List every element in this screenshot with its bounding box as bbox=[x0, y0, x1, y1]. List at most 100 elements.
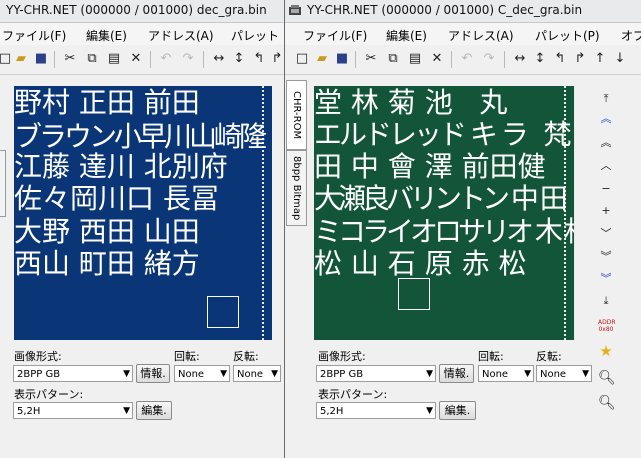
info-button[interactable]: 情報. bbox=[136, 364, 170, 383]
undo-icon[interactable]: ↶ bbox=[157, 50, 175, 68]
chevron-down-icon: ▼ bbox=[123, 369, 130, 379]
rotate-select[interactable]: None ▼ bbox=[478, 365, 534, 382]
canvas-row: ミコライオロサリオ 木 村 bbox=[314, 215, 574, 248]
rotate-left-icon[interactable]: ↰ bbox=[250, 50, 268, 68]
menu-address[interactable]: アドレス(A) bbox=[148, 27, 214, 44]
flip-vertical-icon[interactable]: ↕ bbox=[230, 50, 248, 68]
new-file-icon[interactable]: □ bbox=[293, 50, 311, 68]
menu-palette[interactable]: パレット(P) bbox=[535, 27, 600, 44]
arrow-up-icon[interactable]: ↑ bbox=[591, 50, 609, 68]
minus-icon[interactable]: − bbox=[598, 182, 614, 196]
selection-cursor[interactable] bbox=[398, 278, 430, 310]
addr-value: 0x80 bbox=[598, 326, 614, 333]
canvas-row: 江藤 達川 北別府 bbox=[14, 150, 228, 183]
star-icon[interactable]: ★ bbox=[598, 344, 614, 359]
flip-select[interactable]: None ▼ bbox=[233, 365, 281, 382]
double-up-icon[interactable]: ︽ bbox=[598, 136, 614, 150]
double-down-icon[interactable]: ︾ bbox=[598, 250, 614, 264]
flip-label: 反転: bbox=[536, 350, 562, 363]
canvas-row: 田 中 會 澤 前田健 bbox=[314, 150, 546, 183]
pattern-select[interactable]: 5,2H ▼ bbox=[13, 402, 133, 419]
open-folder-icon[interactable]: ▰ bbox=[12, 50, 30, 68]
format-label: 画像形式: bbox=[318, 350, 366, 363]
rotate-value: None bbox=[178, 369, 205, 380]
info-button[interactable]: 情報. bbox=[439, 364, 474, 383]
copy-icon[interactable]: ⧉ bbox=[384, 50, 402, 68]
chevron-down-icon: ▼ bbox=[123, 406, 130, 416]
edit-button[interactable]: 編集. bbox=[136, 401, 172, 420]
open-folder-icon[interactable]: ▰ bbox=[313, 50, 331, 68]
zoom-in-icon[interactable]: 🔍︎ bbox=[598, 371, 616, 385]
format-select[interactable]: 2BPP GB ▼ bbox=[316, 365, 436, 382]
rotate-right-icon[interactable]: ↱ bbox=[571, 50, 589, 68]
menu-options[interactable]: オプ bbox=[621, 27, 641, 44]
tile-border-pattern bbox=[564, 86, 574, 340]
chevron-down-icon: ▼ bbox=[582, 369, 589, 379]
tab-8bpp-bitmap[interactable]: 8bpp Bitmap bbox=[286, 150, 307, 226]
down-icon[interactable]: ﹀ bbox=[598, 227, 614, 241]
delete-icon[interactable]: ✕ bbox=[428, 50, 446, 68]
save-icon[interactable]: ■ bbox=[32, 50, 50, 68]
copy-icon[interactable]: ⧉ bbox=[83, 50, 101, 68]
flip-value: None bbox=[237, 369, 264, 380]
addr-label: ADDR bbox=[598, 319, 616, 326]
canvas-row: 西山 町田 緒方 bbox=[14, 247, 200, 280]
tab-chr-rom[interactable]: CHR-ROM bbox=[286, 80, 307, 150]
menu-bar: ファイル(F) 編集(E) アドレス(A) パレット bbox=[0, 23, 284, 45]
flip-horizontal-icon[interactable]: ↔ bbox=[210, 50, 228, 68]
undo-icon[interactable]: ↶ bbox=[458, 50, 476, 68]
title-bar[interactable]: YY-CHR.NET (000000 / 001000) dec_gra.bin bbox=[0, 0, 284, 23]
menu-edit[interactable]: 編集(E) bbox=[386, 27, 427, 44]
delete-icon[interactable]: ✕ bbox=[127, 50, 145, 68]
cut-icon[interactable]: ✂ bbox=[61, 50, 79, 68]
redo-icon[interactable]: ↷ bbox=[179, 50, 197, 68]
cut-icon[interactable]: ✂ bbox=[362, 50, 380, 68]
pattern-select[interactable]: 5,2H ▼ bbox=[316, 402, 436, 419]
scroll-bottom-icon[interactable]: ⤓ bbox=[598, 294, 614, 308]
up-icon[interactable]: ︿ bbox=[598, 159, 614, 173]
canvas-row: 佐々岡川口 長冨 bbox=[14, 182, 219, 215]
menu-file[interactable]: ファイル(F) bbox=[2, 27, 66, 44]
rotate-select[interactable]: None ▼ bbox=[174, 365, 230, 382]
menu-file[interactable]: ファイル(F) bbox=[303, 27, 367, 44]
scroll-top-icon[interactable]: ⤒ bbox=[598, 92, 614, 106]
canvas-row: 大野 西田 山田 bbox=[14, 215, 200, 248]
chevron-down-icon: ▼ bbox=[220, 369, 227, 379]
canvas-row: ブラウン小早川山崎隆 bbox=[14, 120, 267, 153]
flip-horizontal-icon[interactable]: ↔ bbox=[511, 50, 529, 68]
menu-palette[interactable]: パレット bbox=[231, 27, 279, 44]
format-select[interactable]: 2BPP GB ▼ bbox=[13, 365, 133, 382]
flip-label: 反転: bbox=[233, 350, 259, 363]
canvas-row: 堂 林 菊 池 丸 bbox=[314, 86, 508, 119]
chr-canvas[interactable]: 堂 林 菊 池 丸 エルドレッド キ ラ 梵 田 中 會 澤 前田健 大瀬良バリ… bbox=[314, 86, 574, 340]
page-up-icon[interactable]: ︽ bbox=[598, 112, 614, 126]
tab-8bpp-bitmap-label: 8bpp Bitmap bbox=[291, 155, 302, 221]
arrow-down-icon[interactable]: ↓ bbox=[611, 50, 629, 68]
paste-icon[interactable]: ▤ bbox=[105, 50, 123, 68]
edit-button[interactable]: 編集. bbox=[439, 401, 476, 420]
paste-icon[interactable]: ▤ bbox=[406, 50, 424, 68]
menu-address[interactable]: アドレス(A) bbox=[448, 27, 514, 44]
tab-chr-rom-label: CHR-ROM bbox=[291, 90, 302, 140]
toolbar: □ ▰ ■ ✂ ⧉ ▤ ✕ ↶ ↷ ↔ ↕ ↰ ↱ ↑ ↓ bbox=[285, 46, 641, 75]
flip-vertical-icon[interactable]: ↕ bbox=[531, 50, 549, 68]
title-bar[interactable]: YY-CHR.NET (000000 / 001000) C_dec_gra.b… bbox=[285, 0, 641, 23]
rotate-right-icon[interactable]: ↱ bbox=[268, 50, 284, 68]
canvas-row: 野村 正田 前田 bbox=[14, 86, 200, 119]
page-down-icon[interactable]: ︾ bbox=[598, 272, 614, 286]
menu-edit[interactable]: 編集(E) bbox=[86, 27, 127, 44]
save-icon[interactable]: ■ bbox=[333, 50, 351, 68]
window-title: YY-CHR.NET (000000 / 001000) C_dec_gra.b… bbox=[307, 3, 583, 17]
toolbar: □ ▰ ■ ✂ ⧉ ▤ ✕ ↶ ↷ ↔ ↕ ↰ ↱ bbox=[0, 46, 284, 75]
addr-indicator[interactable]: ADDR 0x80 bbox=[598, 319, 616, 339]
redo-icon[interactable]: ↷ bbox=[480, 50, 498, 68]
rotate-left-icon[interactable]: ↰ bbox=[551, 50, 569, 68]
flip-select[interactable]: None ▼ bbox=[536, 365, 592, 382]
tab-edge[interactable] bbox=[0, 150, 6, 217]
plus-icon[interactable]: + bbox=[598, 204, 614, 218]
zoom-out-icon[interactable]: 🔍︎ bbox=[598, 396, 616, 410]
chr-canvas[interactable]: 野村 正田 前田 ブラウン小早川山崎隆 江藤 達川 北別府 佐々岡川口 長冨 大… bbox=[14, 86, 272, 340]
selection-cursor[interactable] bbox=[207, 296, 239, 328]
menu-bar: ファイル(F) 編集(E) アドレス(A) パレット(P) オプ bbox=[285, 23, 641, 45]
chevron-down-icon: ▼ bbox=[426, 369, 433, 379]
